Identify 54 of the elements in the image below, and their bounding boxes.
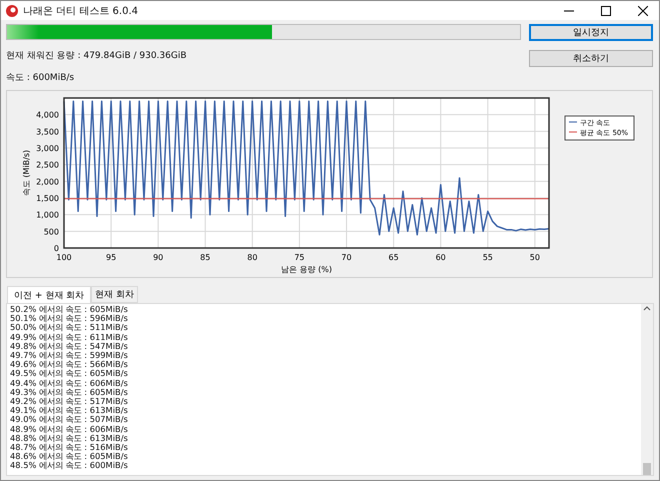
log-line: 48.6% 에서의 속도 : 605MiB/s (10, 452, 129, 462)
log-line: 49.8% 에서의 속도 : 547MiB/s (10, 342, 129, 352)
log-line: 49.2% 에서의 속도 : 517MiB/s (10, 397, 129, 406)
y-tick-label: 2,000 (36, 177, 59, 186)
y-tick-label: 500 (44, 227, 59, 236)
y-tick-label: 1,500 (36, 194, 59, 203)
x-tick-label: 70 (341, 253, 352, 262)
log-line: 49.9% 에서의 속도 : 611MiB/s (10, 332, 129, 342)
pause-button[interactable]: 일시정지 (529, 24, 653, 41)
x-tick-label: 50 (530, 253, 540, 262)
log-line: 50.0% 에서의 속도 : 511MiB/s (10, 323, 129, 333)
log-line: 48.5% 에서의 속도 : 600MiB/s (10, 461, 129, 471)
scroll-thumb[interactable] (643, 463, 651, 475)
y-tick-label: 1,000 (36, 210, 59, 220)
x-tick-label: 60 (436, 253, 446, 262)
log-line: 49.3% 에서의 속도 : 605MiB/s (10, 388, 129, 398)
log-line: 49.4% 에서의 속도 : 606MiB/s (10, 378, 129, 388)
x-tick-label: 80 (247, 253, 258, 262)
x-tick-label: 95 (106, 253, 116, 262)
x-tick-label: 75 (294, 253, 305, 262)
close-icon (638, 6, 648, 16)
scroll-up-icon[interactable] (643, 304, 651, 312)
log-line: 49.0% 에서의 속도 : 507MiB/s (10, 415, 129, 425)
log-line: 48.9% 에서의 속도 : 606MiB/s (10, 424, 129, 434)
cancel-button[interactable]: 취소하기 (529, 50, 653, 67)
y-tick-label: 3,500 (36, 127, 59, 136)
x-tick-label: 85 (200, 253, 210, 262)
x-tick-label: 100 (56, 253, 72, 262)
tab[interactable]: 현재 회차 (91, 286, 138, 303)
status-text: 현재 채워진 용량 : 479.84GiB / 930.36GiB (6, 50, 188, 62)
window-title: 나래온 더티 테스트 6.0.4 (23, 4, 139, 18)
y-tick-label: 3,000 (36, 144, 59, 153)
y-tick-label: 4,000 (36, 110, 59, 120)
app-icon (6, 4, 18, 16)
y-tick-label: 2,500 (36, 160, 59, 170)
log-line: 49.6% 에서의 속도 : 566MiB/s (10, 360, 129, 370)
log-line: 50.1% 에서의 속도 : 596MiB/s (10, 314, 129, 324)
status-text: 속도 : 600MiB/s (6, 72, 76, 84)
chart-legend (564, 116, 634, 140)
x-axis-title: 남은 용량 (%) (281, 265, 332, 274)
scrollbar[interactable] (641, 304, 653, 475)
maximize-icon (601, 6, 611, 16)
x-tick-label: 65 (388, 253, 399, 262)
log-line: 49.5% 에서의 속도 : 605MiB/s (10, 369, 129, 379)
log-line: 50.2% 에서의 속도 : 605MiB/s (10, 305, 129, 314)
x-tick-label: 90 (153, 253, 164, 262)
log-line: 48.8% 에서의 속도 : 613MiB/s (10, 434, 129, 444)
log-line: 49.7% 에서의 속도 : 599MiB/s (10, 351, 129, 360)
x-tick-label: 55 (482, 253, 493, 262)
log-line: 48.7% 에서의 속도 : 516MiB/s (10, 443, 129, 452)
log-line: 49.1% 에서의 속도 : 613MiB/s (10, 406, 129, 416)
tab[interactable]: 이전 + 현재 회차 (7, 286, 92, 304)
y-axis-title: 속도 (MiB/s) (22, 150, 31, 196)
y-tick-label: 0 (54, 244, 59, 253)
